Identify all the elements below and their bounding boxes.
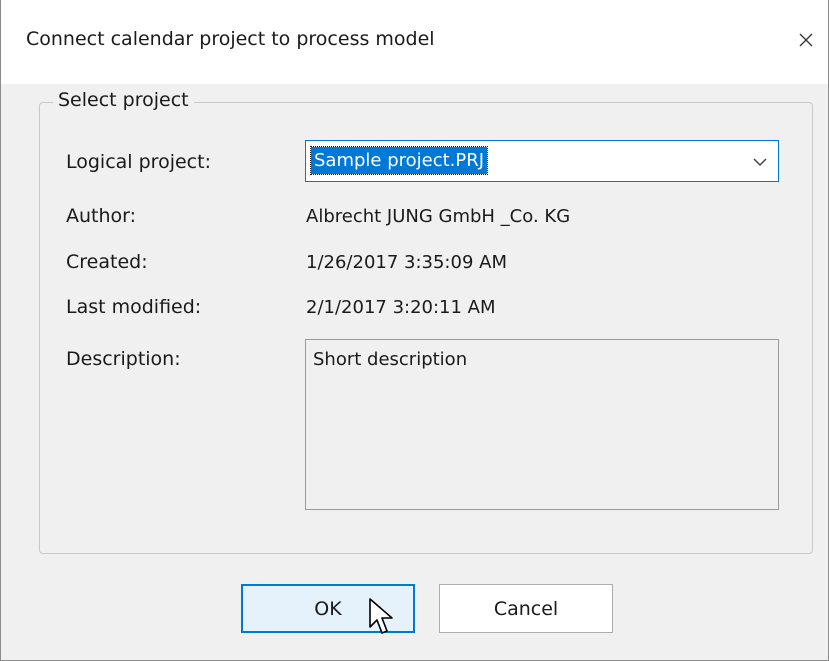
close-button[interactable] [784, 16, 828, 64]
title-bar: Connect calendar project to process mode… [1, 0, 828, 84]
description-field[interactable]: Short description [305, 339, 779, 510]
ok-button[interactable]: OK [241, 584, 415, 633]
logical-project-selected-value: Sample project.PRJ [309, 146, 489, 175]
created-label: Created: [66, 251, 148, 273]
author-value: Albrecht JUNG GmbH _Co. KG [306, 206, 571, 227]
author-label: Author: [66, 205, 137, 227]
dialog-title: Connect calendar project to process mode… [26, 28, 435, 50]
last-modified-label: Last modified: [66, 296, 202, 318]
logical-project-dropdown[interactable]: Sample project.PRJ [305, 140, 779, 182]
description-text: Short description [313, 349, 468, 370]
connect-project-dialog: Connect calendar project to process mode… [0, 0, 829, 661]
close-icon [799, 33, 813, 47]
description-label: Description: [66, 348, 181, 370]
created-value: 1/26/2017 3:35:09 AM [306, 252, 507, 273]
ok-button-label: OK [314, 597, 342, 620]
chevron-down-icon[interactable] [750, 152, 770, 172]
last-modified-value: 2/1/2017 3:20:11 AM [306, 297, 496, 318]
group-legend: Select project [53, 89, 194, 111]
cancel-button-label: Cancel [493, 597, 559, 620]
logical-project-label: Logical project: [66, 151, 211, 173]
cancel-button[interactable]: Cancel [439, 584, 613, 633]
